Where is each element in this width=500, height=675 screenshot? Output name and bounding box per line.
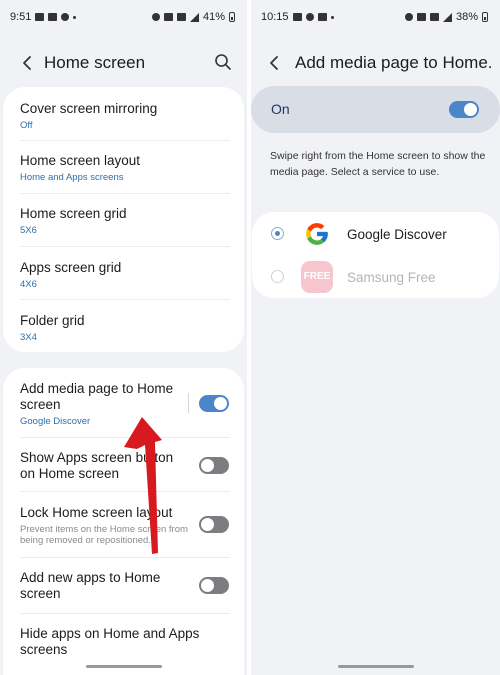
google-logo-icon [306, 223, 328, 245]
page-title: Add media page to Home... [295, 53, 492, 72]
toggle-knob [464, 103, 477, 116]
radio-button-selected[interactable] [271, 227, 284, 240]
status-bar: 10:15 38% [251, 0, 500, 34]
service-option-samsung-free: FREE Samsung Free [252, 256, 499, 298]
service-list-card: Google Discover FREE Samsung Free [252, 212, 499, 298]
battery-icon [482, 12, 488, 22]
master-switch-label: On [271, 101, 290, 117]
annotation-arrow [124, 417, 162, 554]
service-option-google-discover[interactable]: Google Discover [252, 212, 499, 256]
clock: 10:15 [261, 11, 289, 23]
radio-button-disabled [271, 270, 284, 283]
home-gesture-handle[interactable] [86, 665, 162, 668]
mute-icon [416, 13, 426, 21]
gallery-icon [292, 13, 302, 21]
master-switch-bar[interactable]: On [251, 86, 500, 133]
media-page-description: Swipe right from the Home screen to show… [270, 150, 486, 178]
cloud-icon [305, 13, 314, 21]
home-gesture-handle[interactable] [338, 665, 414, 668]
master-switch-toggle[interactable] [449, 101, 479, 118]
back-arrow-icon[interactable] [266, 54, 284, 72]
media-page-settings-panel: 10:15 38% Add media page to Home... On S… [251, 0, 500, 675]
mail-icon [317, 13, 327, 21]
service-name: Samsung Free [347, 270, 436, 285]
home-screen-settings-panel: 9:51 41% Home screen Cover screen mirror… [0, 0, 247, 675]
app-bar: Add media page to Home... [251, 46, 500, 80]
service-name: Google Discover [347, 227, 447, 242]
signal-icon [442, 12, 452, 22]
samsung-free-logo-icon: FREE [301, 261, 333, 293]
battery-percent: 38% [455, 11, 478, 23]
more-notifications-icon [330, 15, 334, 19]
wifi-icon [429, 13, 439, 21]
alarm-icon [404, 13, 413, 21]
